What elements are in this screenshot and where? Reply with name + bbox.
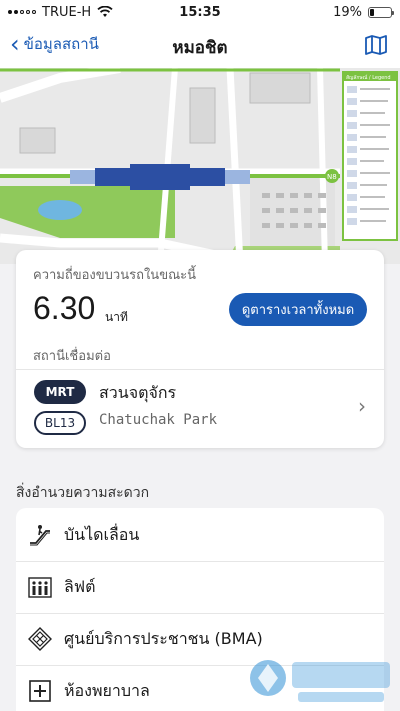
facilities-heading: สิ่งอำนวยความสะดวก (16, 485, 150, 501)
facility-label: บันไดเลื่อน (64, 524, 140, 544)
facility-item-escalator[interactable]: บันไดเลื่อน (16, 510, 384, 560)
facility-label: ศูนย์บริการประชาชน (BMA) (64, 628, 263, 648)
map-legend-title: สัญลักษณ์ / Legend (346, 74, 391, 81)
station-code-badge: BL13 (34, 411, 86, 435)
connection-name-th: สวนจตุจักร (99, 383, 177, 402)
facility-item-elevator[interactable]: ลิฟต์ (16, 562, 384, 612)
chevron-right-icon: › (358, 394, 366, 418)
escalator-icon (30, 525, 50, 546)
connections-label: สถานีเชื่อมต่อ (33, 349, 111, 364)
battery-icon (368, 6, 394, 18)
frequency-unit: นาที (105, 310, 128, 324)
battery-fill (370, 8, 374, 16)
map-icon[interactable] (364, 34, 388, 56)
connection-row-mrt[interactable]: MRT BL13 สวนจตุจักร Chatuchak Park › (16, 370, 384, 448)
station-map-drawing: N8 สัญลักษณ์ / Legend (0, 68, 400, 264)
frequency-label: ความถี่ของขบวนรถในขณะนี้ (33, 268, 197, 283)
watermark-logo (250, 660, 390, 702)
frequency-value: 6.30 (33, 290, 96, 326)
station-map[interactable]: N8 สัญลักษณ์ / Legend (0, 68, 400, 264)
page-title: หมอชิต (172, 38, 228, 58)
elevator-icon (28, 577, 52, 598)
facility-label: ห้องพยาบาล (64, 680, 150, 700)
view-timetable-button[interactable]: ดูตารางเวลาทั้งหมด (229, 293, 367, 326)
service-center-icon (28, 627, 52, 651)
station-code: N8 (327, 173, 337, 181)
clock: 15:35 (179, 4, 221, 20)
connection-name-en: Chatuchak Park (99, 412, 218, 428)
facility-label: ลิฟต์ (64, 576, 96, 596)
nav-bar: ‹ ข้อมูลสถานี หมอชิต (0, 24, 400, 68)
status-bar: TRUE-H 15:35 19% (0, 0, 400, 24)
first-aid-icon (29, 680, 51, 702)
station-info-card: ความถี่ของขบวนรถในขณะนี้ 6.30 นาที ดูตาร… (16, 250, 384, 448)
mrt-line-badge: MRT (34, 380, 86, 404)
